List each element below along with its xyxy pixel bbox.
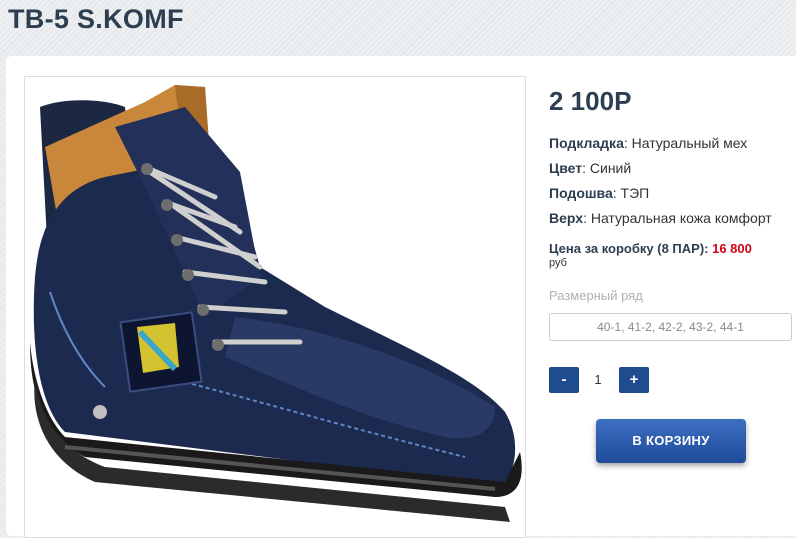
quantity-minus-button[interactable]: - bbox=[549, 367, 579, 393]
spec-label: Цвет bbox=[549, 160, 583, 176]
spec-value: ТЭП bbox=[620, 185, 650, 201]
product-specs: Подкладка: Натуральный мех Цвет: Синий П… bbox=[549, 134, 794, 234]
quantity-input[interactable]: 1 bbox=[583, 367, 613, 393]
add-to-cart-button[interactable]: В КОРЗИНУ bbox=[596, 419, 746, 463]
product-image[interactable] bbox=[24, 76, 526, 538]
spec-sole: Подошва: ТЭП bbox=[549, 185, 650, 201]
box-price-currency: руб bbox=[549, 257, 567, 269]
spec-color: Цвет: Синий bbox=[549, 160, 632, 176]
spec-label: Верх bbox=[549, 210, 584, 226]
size-range-select[interactable]: 40-1, 41-2, 42-2, 43-2, 44-1 bbox=[549, 313, 792, 341]
spec-label: Подкладка bbox=[549, 135, 624, 151]
spec-lining: Подкладка: Натуральный мех bbox=[549, 135, 748, 151]
product-title: ТВ-5 S.KOMF bbox=[8, 4, 184, 34]
winter-boot-icon bbox=[30, 85, 522, 522]
quantity-plus-button[interactable]: + bbox=[619, 367, 649, 393]
product-price: 2 100Р bbox=[549, 86, 632, 116]
spec-value: Синий bbox=[589, 160, 632, 176]
box-price: Цена за коробку (8 ПАР): 16 800 руб bbox=[549, 241, 752, 269]
box-price-value: 16 800 bbox=[712, 241, 752, 256]
box-price-label: Цена за коробку (8 ПАР): bbox=[549, 241, 709, 256]
spec-upper: Верх: Натуральная кожа комфорт bbox=[549, 210, 772, 226]
size-range-label: Размерный ряд bbox=[549, 288, 643, 303]
spec-value: Натуральная кожа комфорт bbox=[590, 210, 772, 226]
spec-label: Подошва bbox=[549, 185, 613, 201]
spec-value: Натуральный мех bbox=[631, 135, 748, 151]
